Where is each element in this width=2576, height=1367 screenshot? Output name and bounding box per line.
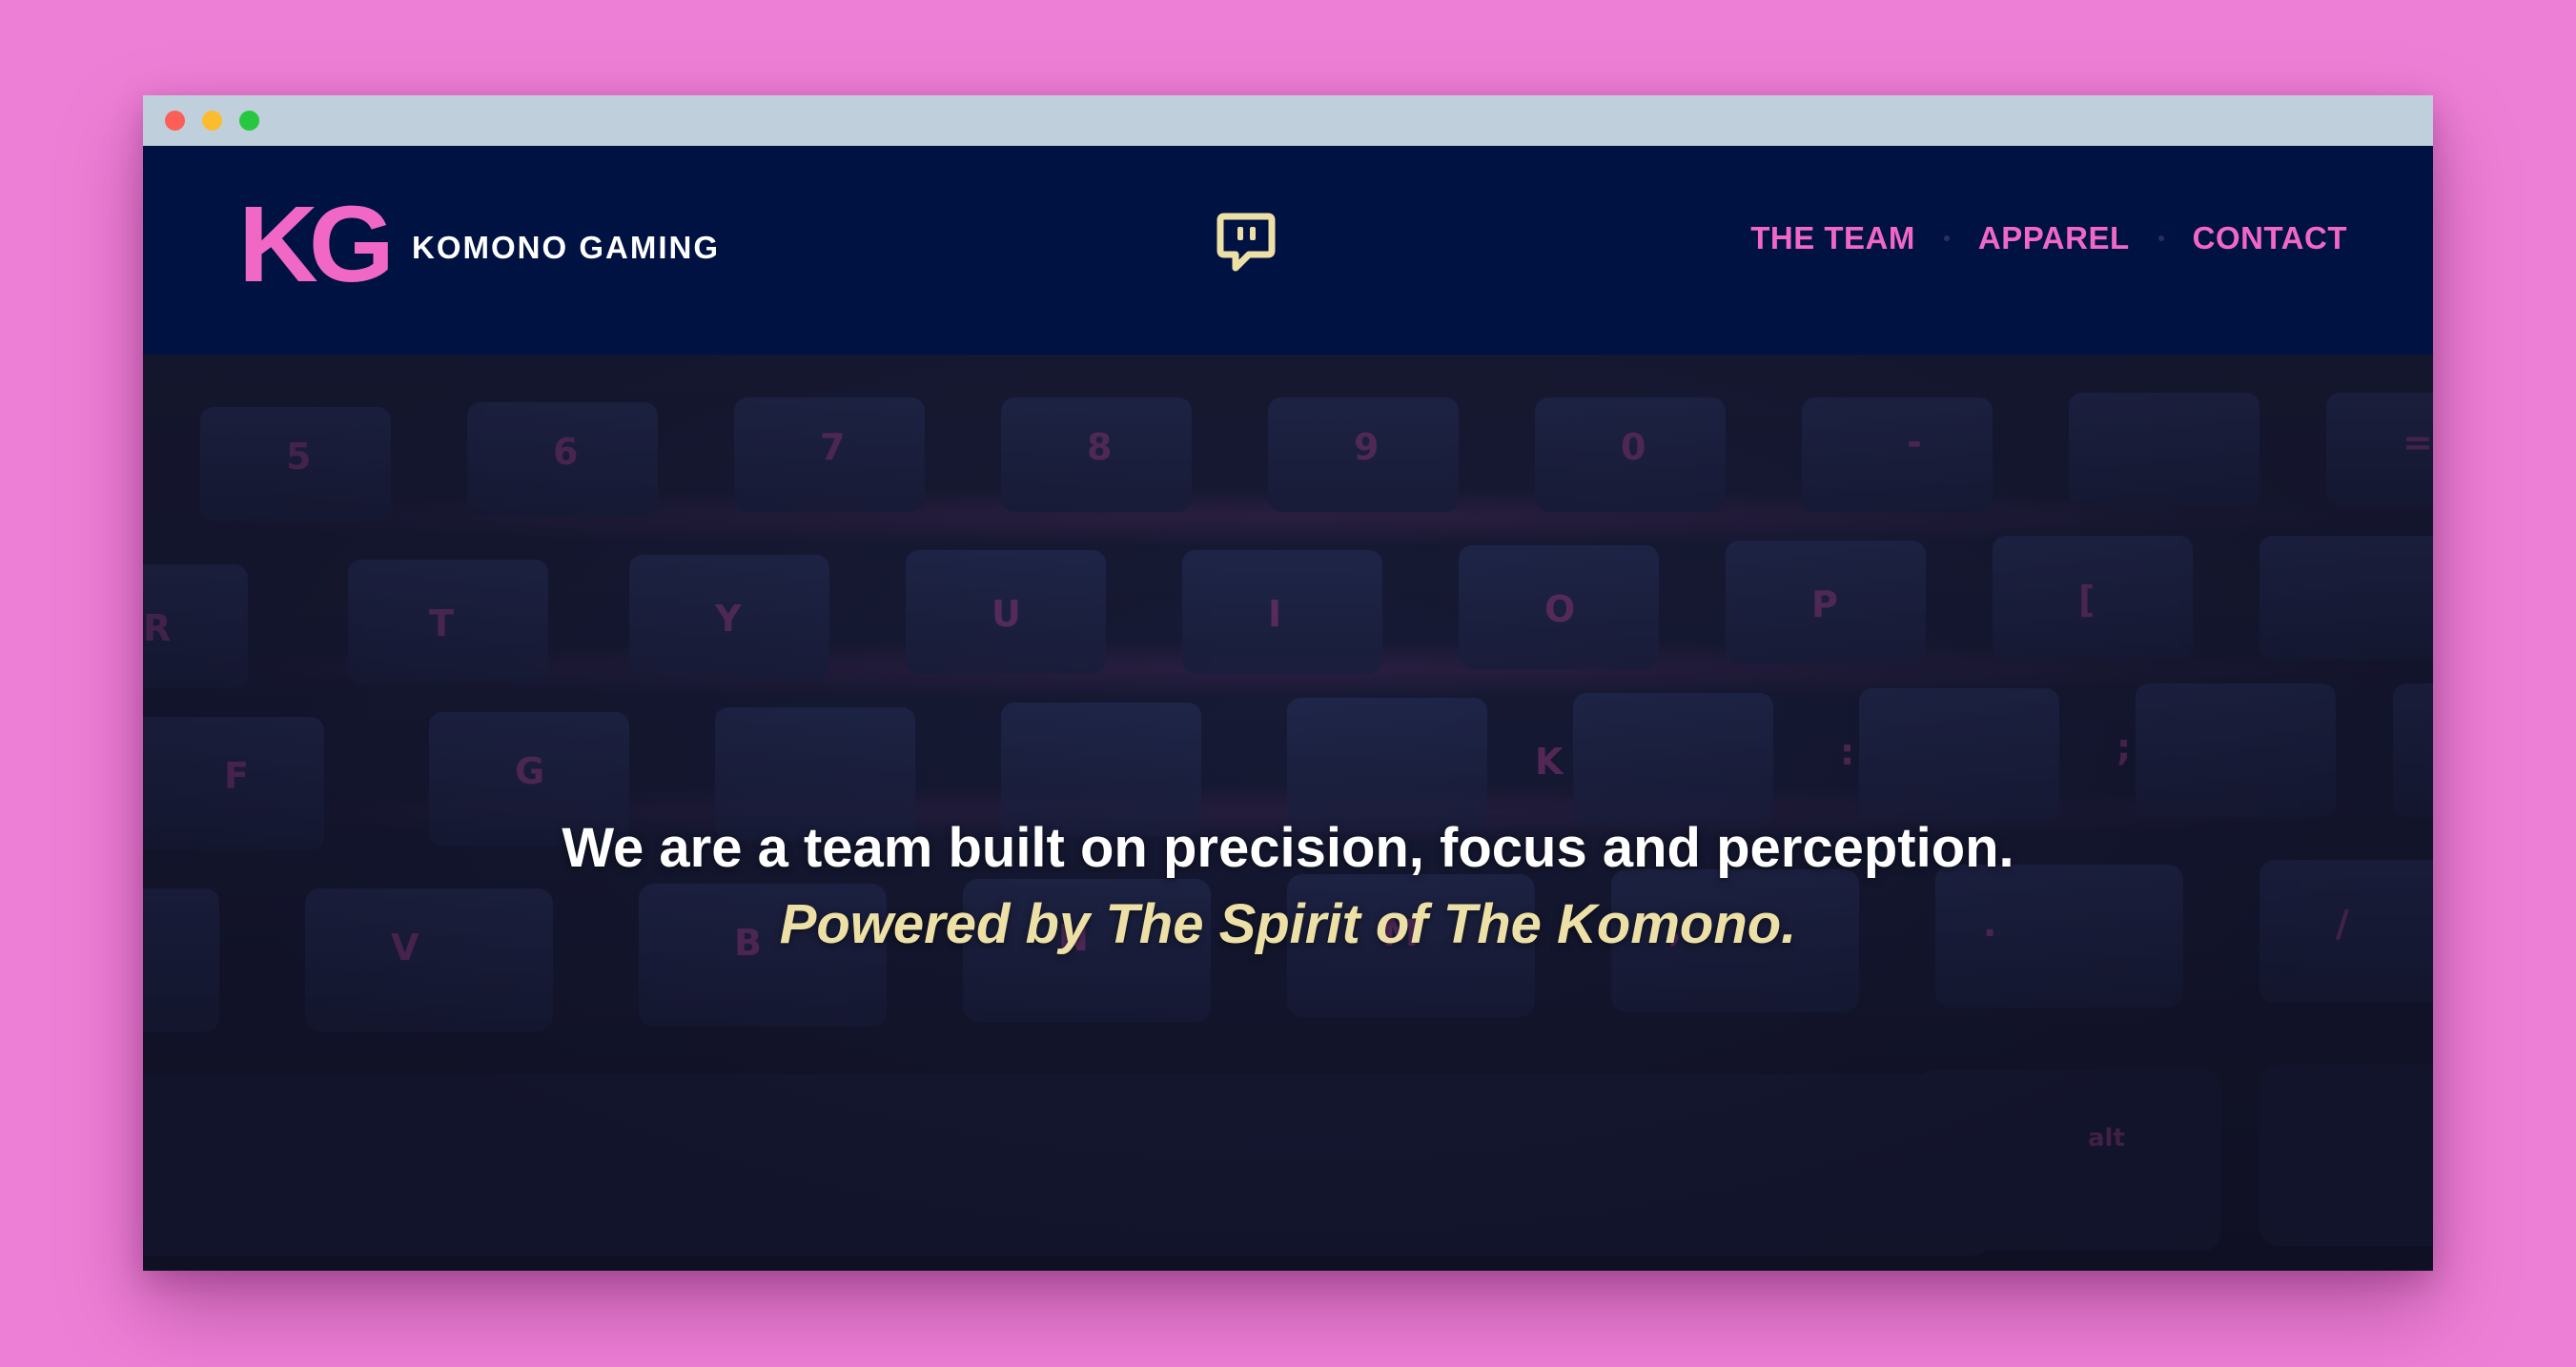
- logo-text: KOMONO GAMING: [412, 230, 720, 265]
- nav-apparel[interactable]: APPAREL: [1978, 220, 2130, 256]
- hero-section: 567 890 -= RTY UIO P[ FGK :; VBN M,. / a…: [143, 355, 2433, 1271]
- site-logo[interactable]: KG KOMONO GAMING: [238, 183, 720, 305]
- logo-mark: KG: [238, 183, 395, 305]
- nav-separator: [2157, 235, 2164, 241]
- nav-separator: [1943, 235, 1950, 241]
- browser-window: KG KOMONO GAMING THE TEAM APPAREL CONTAC…: [143, 95, 2433, 1271]
- window-maximize-button[interactable]: [239, 111, 259, 131]
- hero-headline: We are a team built on precision, focus …: [562, 817, 2014, 879]
- site-header: KG KOMONO GAMING THE TEAM APPAREL CONTAC…: [143, 146, 2433, 355]
- main-nav: THE TEAM APPAREL CONTACT: [1750, 220, 2347, 256]
- nav-contact[interactable]: CONTACT: [2193, 220, 2347, 256]
- window-titlebar: [143, 95, 2433, 146]
- window-close-button[interactable]: [165, 111, 185, 131]
- window-minimize-button[interactable]: [202, 111, 222, 131]
- hero-text: We are a team built on precision, focus …: [143, 810, 2433, 963]
- nav-the-team[interactable]: THE TEAM: [1750, 220, 1915, 256]
- hero-tagline: Powered by The Spirit of The Komono.: [779, 893, 1797, 955]
- twitch-icon: [1216, 213, 1276, 272]
